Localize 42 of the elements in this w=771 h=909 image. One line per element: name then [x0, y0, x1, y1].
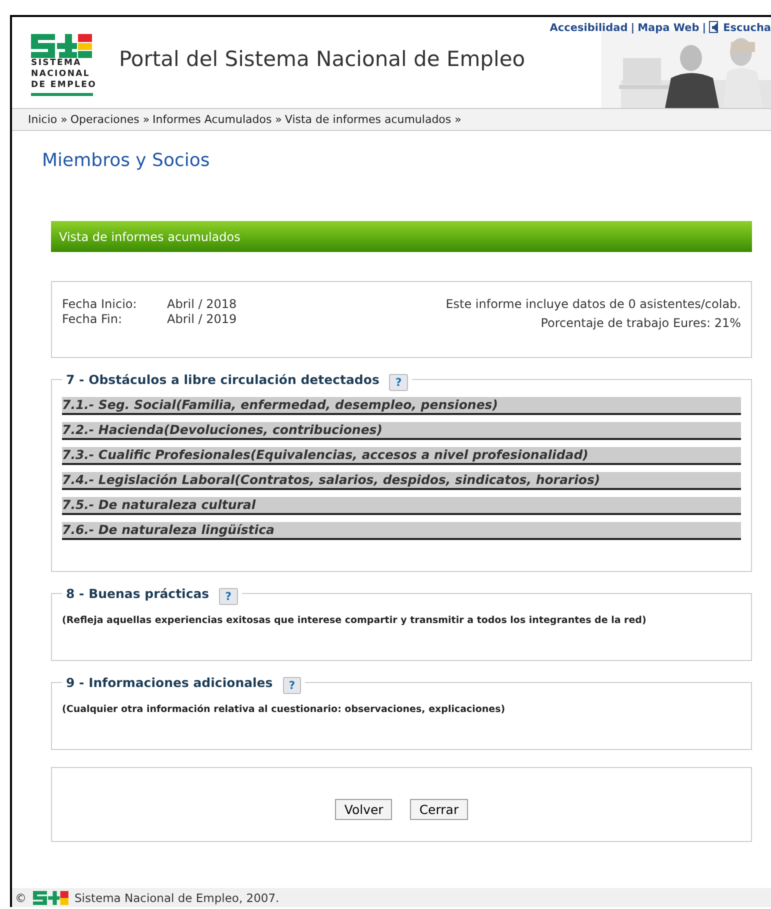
section-note: (Refleja aquellas experiencias exitosas que interese compartir y transmitir a todos los integrantes de la red): [62, 614, 648, 628]
logo-text: DE EMPLEO: [31, 80, 97, 90]
breadcrumb-link[interactable]: Operaciones »: [70, 113, 150, 126]
obstacle-row: 7.5.- De naturaleza cultural: [62, 497, 741, 515]
obstacle-row: 7.3.- Cualific Profesionales(Equivalencias, accesos a nivel profesionalidad): [62, 447, 741, 465]
summary-text: Este informe incluye datos de 0 asistentes/colab.: [446, 297, 741, 312]
form-button[interactable]: Cerrar: [410, 799, 468, 820]
section-legend: 8 - Buenas prácticas: [66, 586, 210, 601]
page-title: Miembros y Socios: [42, 150, 211, 171]
link-separator: |: [702, 22, 706, 34]
logo-text: SISTEMA: [31, 58, 82, 68]
breadcrumb-link[interactable]: Inicio »: [28, 113, 68, 126]
site-title: Portal del Sistema Nacional de Empleo: [119, 46, 526, 70]
header-link[interactable]: Accesibilidad: [550, 22, 628, 34]
obstacle-row: 7.1.- Seg. Social(Familia, enfermedad, desempleo, pensiones): [62, 397, 741, 415]
footer-text: Sistema Nacional de Empleo, 2007.: [74, 890, 280, 904]
help-button[interactable]: ?: [282, 677, 302, 694]
obstacle-row: 7.6.- De naturaleza lingüística: [62, 522, 741, 540]
breadcrumb-link[interactable]: Vista de informes acumulados »: [284, 113, 462, 126]
link-separator: |: [630, 22, 635, 34]
obstacle-row: 7.2.- Hacienda(Devoluciones, contribuciones): [62, 422, 741, 440]
field-value: Abril / 2019: [167, 312, 237, 327]
logo-text: NACIONAL: [31, 68, 90, 80]
help-button[interactable]: ?: [389, 374, 408, 391]
copyright-symbol: ©: [15, 890, 26, 904]
field-label: Fecha Fin:: [62, 312, 124, 327]
section-bar: Vista de informes acumulados: [51, 221, 752, 252]
logo-icon: [31, 34, 93, 58]
field-label: Fecha Inicio:: [62, 297, 138, 312]
section-legend: 9 - Informaciones adicionales: [66, 675, 273, 690]
header-link[interactable]: Escucha: [723, 22, 771, 34]
obstacle-row: 7.4.- Legislación Laboral(Contratos, salarios, despidos, sindicatos, horarios): [62, 472, 741, 490]
speaker-icon: [709, 21, 720, 34]
summary-text: Porcentaje de trabajo Eures: 21%: [540, 316, 741, 331]
section-note: (Cualquier otra información relativa al cuestionario: observaciones, explicaciones): [62, 703, 506, 717]
field-value: Abril / 2018: [167, 297, 237, 312]
section-legend: 7 - Obstáculos a libre circulación detectados: [66, 372, 380, 387]
help-button[interactable]: ?: [219, 588, 238, 605]
form-button[interactable]: Volver: [335, 799, 392, 820]
logo-icon: [32, 890, 68, 904]
header-link[interactable]: Mapa Web: [638, 22, 700, 34]
breadcrumb-link[interactable]: Informes Acumulados »: [152, 113, 282, 126]
